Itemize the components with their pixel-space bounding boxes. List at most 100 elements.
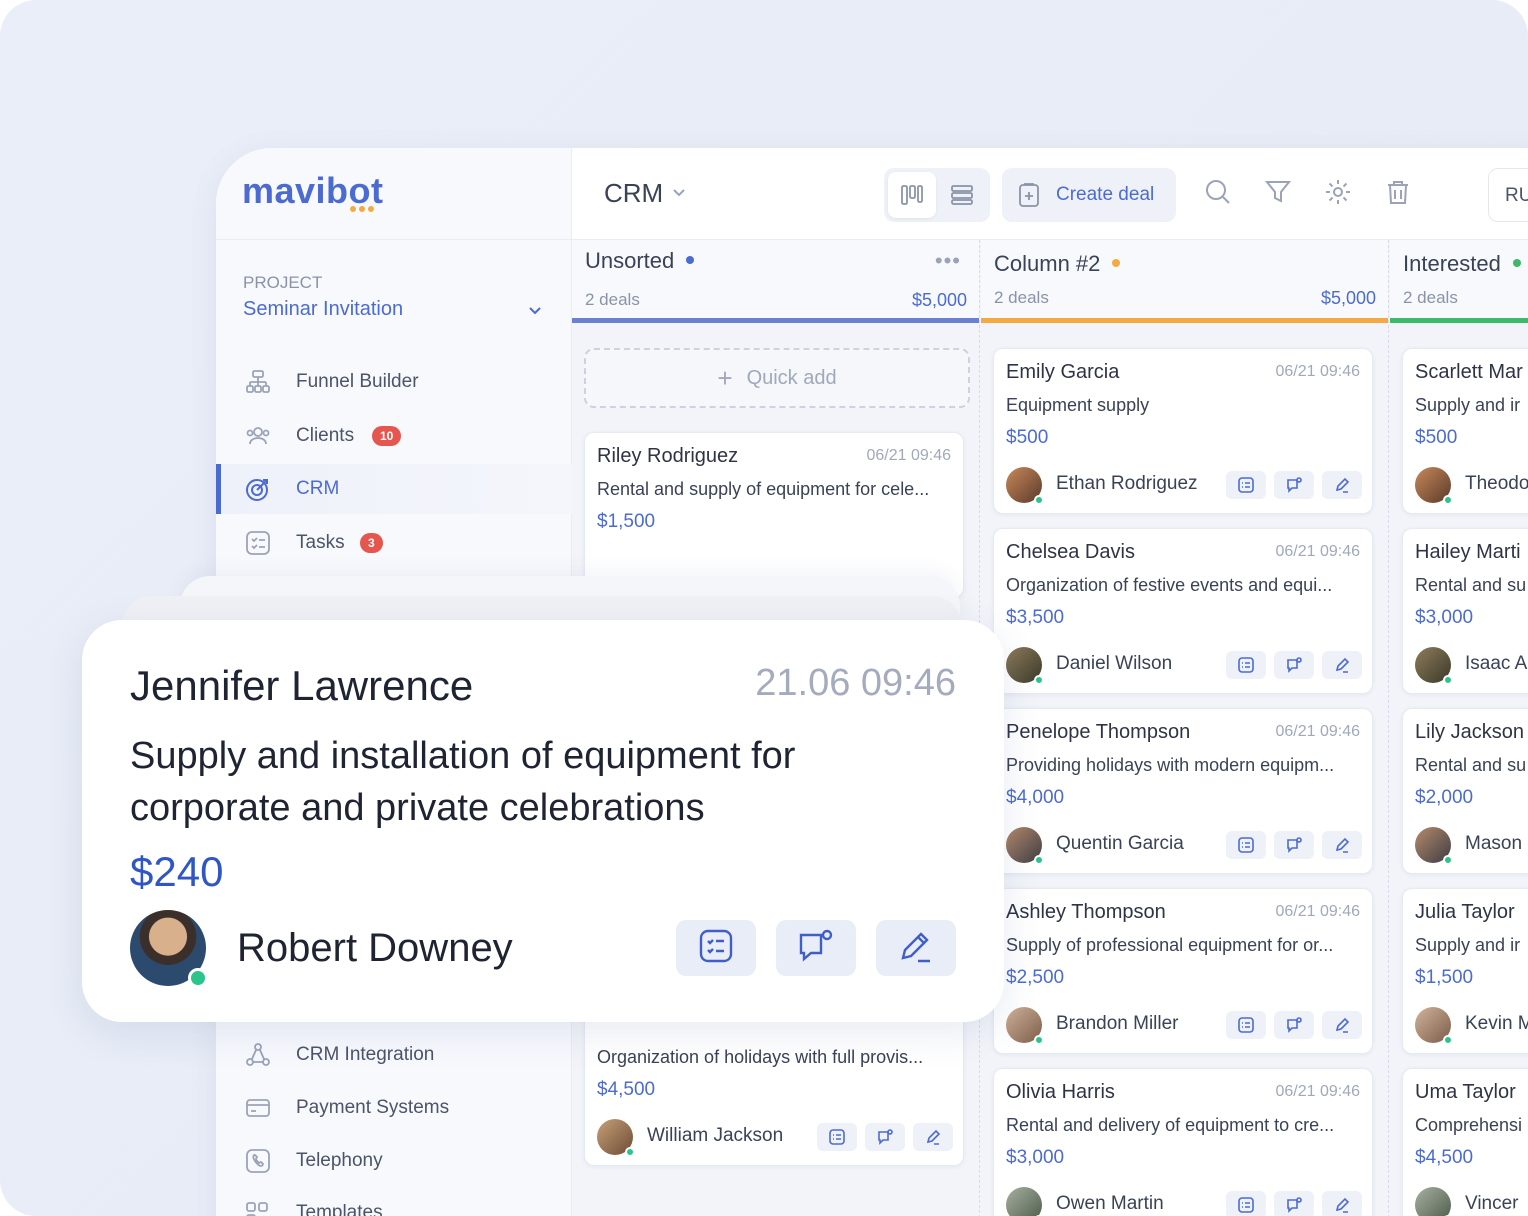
avatar (597, 1119, 635, 1157)
more-icon[interactable]: ••• (935, 248, 961, 274)
tasks-button[interactable] (817, 1123, 857, 1151)
deal-client: Emily Garcia (1006, 361, 1120, 383)
tasks-button[interactable] (1226, 831, 1266, 859)
edit-button[interactable] (1322, 1011, 1362, 1039)
sidebar-item-tasks[interactable]: Tasks 3 (216, 518, 572, 568)
column-color-bar (981, 318, 1388, 323)
deal-card[interactable]: Riley Rodriguez 06/21 09:46 Rental and s… (584, 432, 964, 598)
deal-card[interactable]: Lily Jackson Rental and su $2,000 Mason (1402, 708, 1528, 874)
column-interested: Interested 2 deals Scarlett Mar Supply an… (1390, 240, 1528, 1216)
column-header: Interested 2 deals (1390, 240, 1528, 323)
tasks-button[interactable] (1226, 1191, 1266, 1216)
deal-owner: Robert Downey (237, 926, 513, 970)
deal-card[interactable]: Scarlett Mar Supply and ir $500 Theodo (1402, 348, 1528, 514)
search-icon[interactable] (1204, 178, 1232, 211)
edit-button[interactable] (876, 920, 956, 976)
deal-owner: Isaac A (1465, 653, 1528, 674)
sidebar-item-telephony[interactable]: Telephony (216, 1136, 572, 1186)
deal-time: 06/21 09:46 (866, 447, 951, 464)
deal-price: $500 (1006, 427, 1049, 448)
deal-price: $4,500 (1415, 1147, 1474, 1168)
deal-price: $2,500 (1006, 967, 1065, 988)
deal-owner: Brandon Miller (1056, 1013, 1179, 1034)
deal-price: $500 (1415, 427, 1458, 448)
deal-owner: Vincer (1465, 1193, 1519, 1214)
card-actions (1226, 1011, 1362, 1039)
deal-card[interactable]: Hailey Marti Rental and su $3,000 Isaac A (1402, 528, 1528, 694)
card-actions (1226, 651, 1362, 679)
deal-owner: Quentin Garcia (1056, 833, 1184, 854)
avatar (1006, 1187, 1044, 1216)
column-sum: $5,000 (1320, 288, 1376, 308)
sidebar-item-crm[interactable]: CRM (216, 464, 572, 514)
deal-client: Uma Taylor (1415, 1081, 1516, 1103)
quick-add-button[interactable]: + Quick add (584, 348, 970, 408)
column-title: Interested (1403, 251, 1521, 277)
language-selector[interactable]: RU (1488, 168, 1528, 222)
column-title: Column #2 (994, 251, 1121, 277)
tasks-button[interactable] (1226, 1011, 1266, 1039)
deal-time: 06/21 09:46 (1275, 363, 1360, 380)
chevron-down-icon[interactable] (672, 184, 686, 200)
users-icon (244, 422, 272, 450)
page-title[interactable]: CRM (604, 178, 663, 209)
integration-icon (244, 1041, 272, 1069)
chat-button[interactable] (776, 920, 856, 976)
logo-dots (350, 206, 374, 212)
edit-button[interactable] (913, 1123, 953, 1151)
gear-icon[interactable] (1324, 178, 1352, 211)
avatar (1006, 827, 1044, 865)
sidebar-item-label: CRM Integration (296, 1044, 435, 1065)
deal-card[interactable]: Julia Taylor Supply and ir $1,500 Kevin M (1402, 888, 1528, 1054)
deal-description: Equipment supply (1006, 395, 1150, 415)
deal-card[interactable]: Ashley Thompson 06/21 09:46 Supply of prof… (993, 888, 1373, 1054)
kanban-view-button[interactable] (888, 172, 936, 218)
chat-button[interactable] (1274, 471, 1314, 499)
project-selector[interactable]: Seminar Invitation (243, 298, 403, 321)
deal-client: Hailey Marti (1415, 541, 1521, 563)
deal-description: Organization of festive events and equi.… (1006, 575, 1333, 595)
edit-button[interactable] (1322, 651, 1362, 679)
target-icon (244, 475, 272, 503)
sidebar-item-label: Templates (296, 1202, 383, 1216)
plus-icon: + (717, 362, 733, 393)
edit-button[interactable] (1322, 471, 1362, 499)
chat-button[interactable] (865, 1123, 905, 1151)
deal-time: 06/21 09:46 (1275, 543, 1360, 560)
tasks-count-badge: 3 (360, 533, 383, 553)
chat-button[interactable] (1274, 1191, 1314, 1216)
chat-button[interactable] (1274, 831, 1314, 859)
deal-card[interactable]: Penelope Thompson 06/21 09:46 Providing ho… (993, 708, 1373, 874)
focused-deal-card[interactable]: Jennifer Lawrence 21.06 09:46 Supply and… (82, 620, 1004, 1022)
deal-card[interactable]: Organization of holidays with full provi… (584, 1000, 964, 1166)
avatar (1006, 467, 1044, 505)
deal-time: 06/21 09:46 (1275, 1083, 1360, 1100)
status-dot (1112, 259, 1121, 268)
list-view-button[interactable] (938, 172, 986, 218)
deal-card[interactable]: Olivia Harris 06/21 09:46 Rental and deliv… (993, 1068, 1373, 1216)
trash-icon[interactable] (1384, 178, 1412, 211)
sidebar-item-crm-integration[interactable]: CRM Integration (216, 1030, 572, 1080)
sidebar-item-clients[interactable]: Clients 10 (216, 411, 572, 461)
sidebar-item-templates[interactable]: Templates (216, 1188, 572, 1216)
deal-card[interactable]: Emily Garcia 06/21 09:46 Equipment supply $… (993, 348, 1373, 514)
chevron-down-icon[interactable] (528, 302, 542, 318)
tasks-button[interactable] (1226, 471, 1266, 499)
deal-owner: Kevin M (1465, 1013, 1528, 1034)
chat-button[interactable] (1274, 1011, 1314, 1039)
edit-button[interactable] (1322, 1191, 1362, 1216)
deal-card[interactable]: Chelsea Davis 06/21 09:46 Organization of … (993, 528, 1373, 694)
edit-button[interactable] (1322, 831, 1362, 859)
tasks-button[interactable] (1226, 651, 1266, 679)
create-deal-button[interactable]: Create deal (1002, 168, 1176, 222)
card-icon (244, 1094, 272, 1122)
filter-icon[interactable] (1264, 178, 1292, 211)
tasks-button[interactable] (676, 920, 756, 976)
avatar (1415, 1187, 1453, 1216)
sidebar-item-funnel-builder[interactable]: Funnel Builder (216, 357, 572, 407)
deal-card[interactable]: Uma Taylor Comprehensi $4,500 Vincer (1402, 1068, 1528, 1216)
deal-description: Supply of professional equipment for or.… (1006, 935, 1334, 955)
sidebar-item-payment-systems[interactable]: Payment Systems (216, 1083, 572, 1133)
column-count: 2 deals (585, 290, 640, 309)
chat-button[interactable] (1274, 651, 1314, 679)
